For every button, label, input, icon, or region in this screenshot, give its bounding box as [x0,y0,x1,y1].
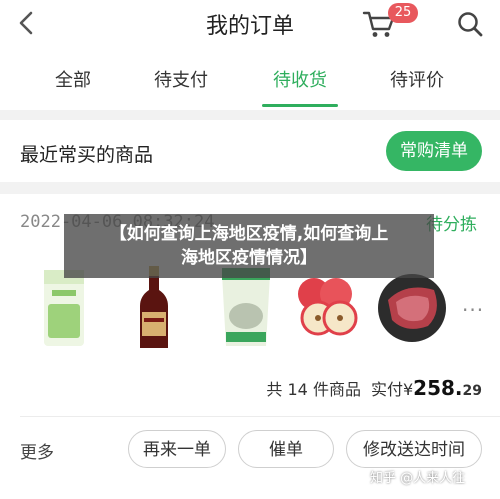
reorder-button[interactable]: 再来一单 [128,430,226,468]
order-tabs: 全部 待支付 待收货 待评价 [0,48,500,110]
currency-symbol: ¥ [402,380,414,399]
paid-label: 实付 [370,380,403,399]
order-total: 共 14 件商品 实付¥258.29 [266,376,482,400]
price-decimal: 29 [462,383,482,399]
tab-pending-delivery[interactable]: 待收货 [245,66,355,92]
more-products-icon[interactable]: ··· [462,298,484,322]
caption-overlay: 【如何查询上海地区疫情,如何查询上 海地区疫情情况】 [64,214,434,278]
change-delivery-time-button[interactable]: 修改送达时间 [346,430,482,468]
tab-pending-review[interactable]: 待评价 [362,66,472,92]
caption-text: 【如何查询上海地区疫情,如何查询上 海地区疫情情况】 [64,222,434,270]
more-link[interactable]: 更多 [20,438,54,463]
caption-line-1: 【如何查询上海地区疫情,如何查询上 [109,224,389,244]
recent-purchases-card: 最近常买的商品 常购清单 [0,120,500,182]
frequent-list-button[interactable]: 常购清单 [386,131,482,171]
tab-all[interactable]: 全部 [18,66,128,92]
divider [20,416,500,417]
price-integer: 258. [413,376,463,400]
zhihu-watermark: 知乎 @人来人往 [370,471,466,486]
item-count: 共 14 件商品 [266,380,361,399]
search-icon[interactable] [456,10,484,38]
header-bar: 我的订单 25 [0,0,500,48]
recent-purchases-title: 最近常买的商品 [20,144,154,166]
page-title: 我的订单 [205,14,294,39]
caption-line-2: 海地区疫情情况】 [181,248,317,268]
cart-count-badge: 25 [388,3,418,23]
tab-pending-payment[interactable]: 待支付 [126,66,236,92]
active-tab-indicator [262,104,338,107]
urge-order-button[interactable]: 催单 [238,430,334,468]
